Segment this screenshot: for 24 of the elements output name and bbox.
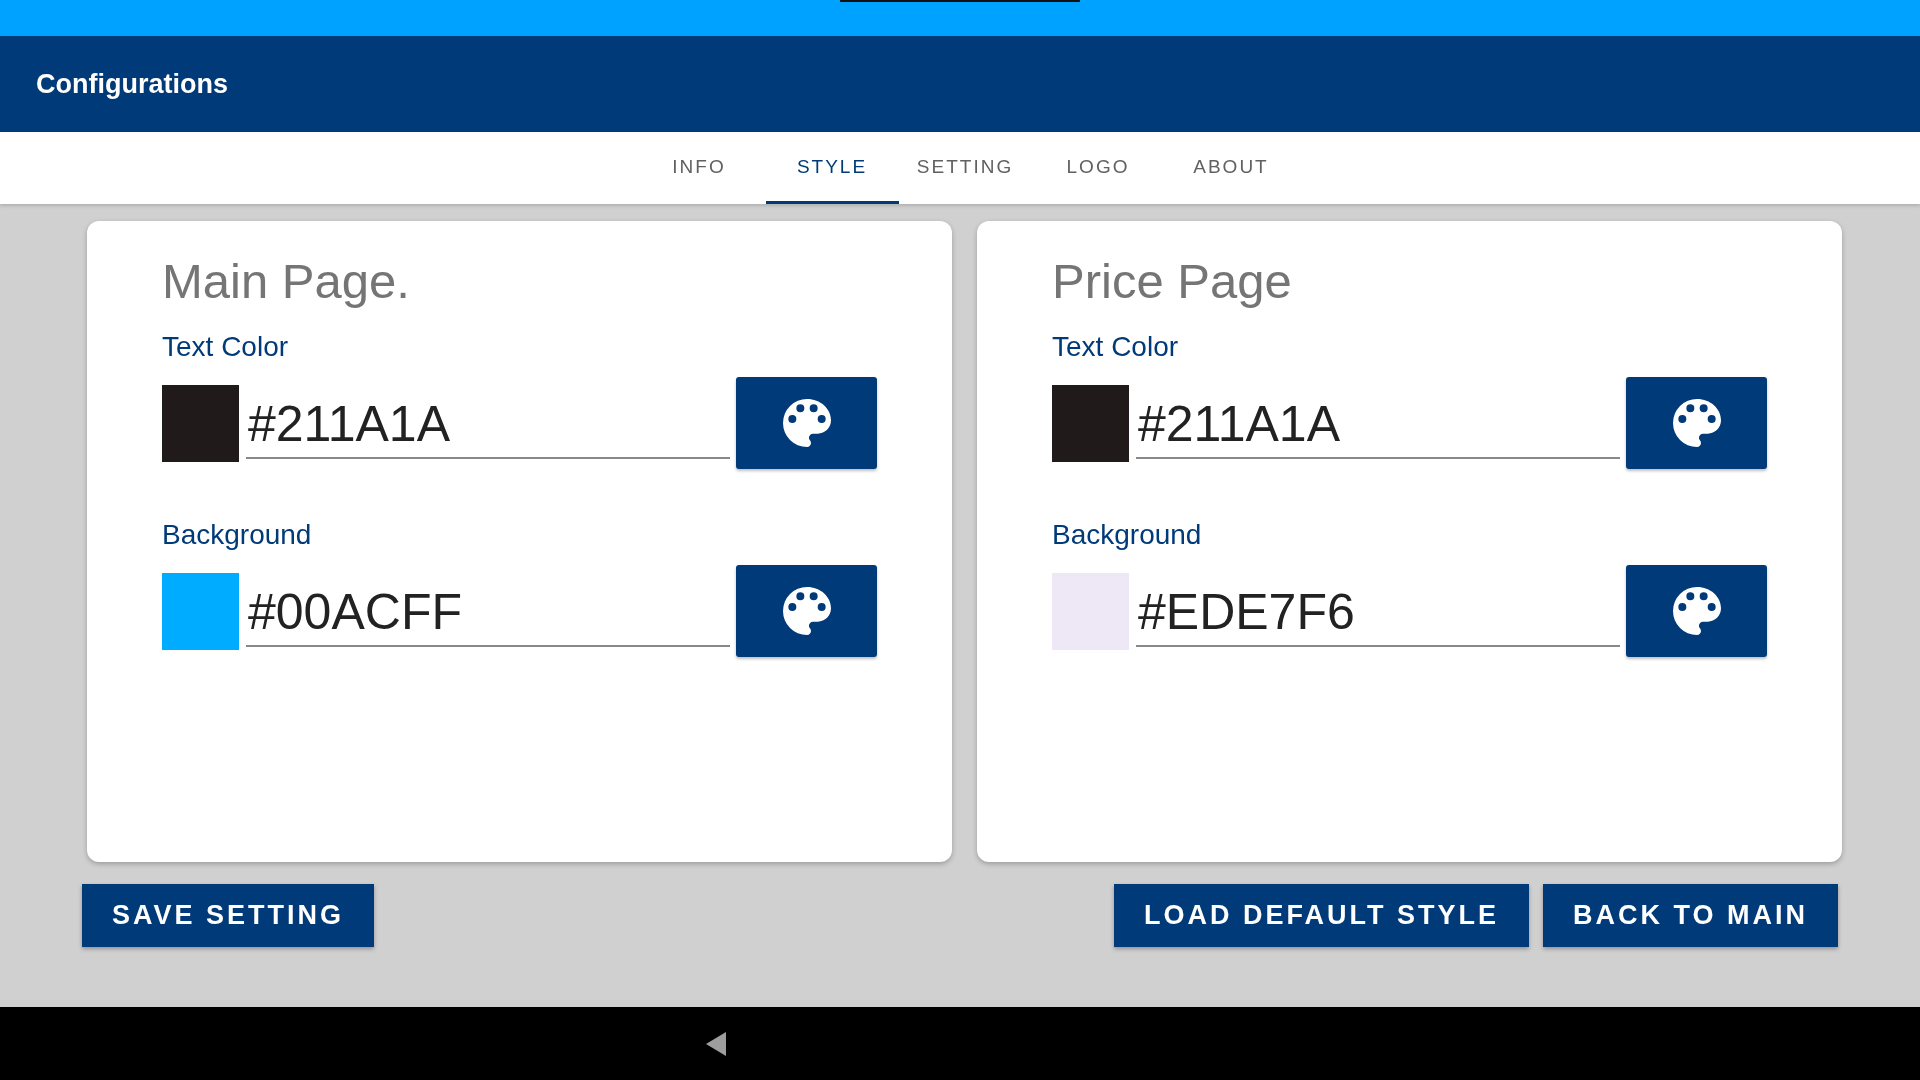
action-button[interactable]: BACK TO MAIN xyxy=(1543,884,1838,947)
tab[interactable]: LOGO xyxy=(1031,132,1165,204)
tab[interactable]: INFO xyxy=(632,132,766,204)
color-picker-button[interactable] xyxy=(1626,377,1767,469)
card-title: Main Page. xyxy=(162,253,411,309)
color-input-field[interactable]: #211A1A xyxy=(246,387,730,459)
action-button[interactable]: SAVE SETTING xyxy=(82,884,375,947)
color-input-field[interactable]: #EDE7F6 xyxy=(1136,575,1620,647)
color-picker-button[interactable] xyxy=(1626,565,1767,657)
field-label: Text Color xyxy=(1052,331,1180,363)
tab[interactable]: SETTING xyxy=(898,132,1032,204)
tab[interactable]: STYLE xyxy=(765,132,899,204)
field-label: Text Color xyxy=(162,331,290,363)
field-label: Background xyxy=(162,519,313,551)
action-button[interactable]: LOAD DEFAULT STYLE xyxy=(1114,884,1529,947)
app-title: Configurations xyxy=(36,68,228,100)
color-input-field[interactable]: #00ACFF xyxy=(246,575,730,647)
color-input-field[interactable]: #211A1A xyxy=(1136,387,1620,459)
tab[interactable]: ABOUT xyxy=(1164,132,1298,204)
card-title: Price Page xyxy=(1052,253,1293,309)
color-picker-button[interactable] xyxy=(736,377,877,469)
back-icon[interactable] xyxy=(704,1029,728,1058)
field-label: Background xyxy=(1052,519,1203,551)
color-picker-button[interactable] xyxy=(736,565,877,657)
